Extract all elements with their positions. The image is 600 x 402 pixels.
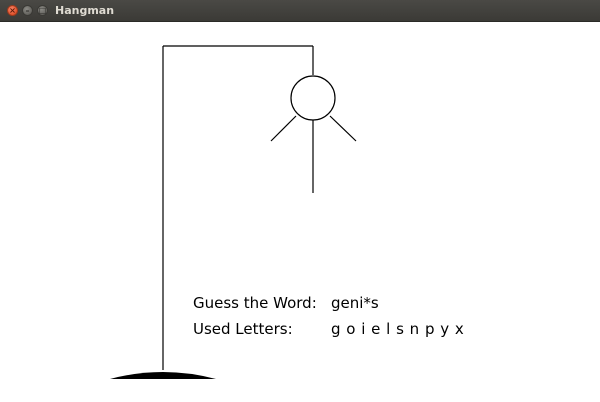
minimize-button[interactable]: – [22,5,33,16]
hangman-drawing [110,45,357,379]
maximize-icon: □ [38,6,47,15]
minimize-icon: – [25,6,30,15]
guess-word-label: Guess the Word: [193,294,317,312]
gallows-base [110,372,216,379]
hangman-right-arm [329,115,357,142]
hangman-head [290,75,336,121]
game-canvas: Guess the Word: geni*s Used Letters: g o… [0,22,600,402]
guess-word-value: geni*s [331,294,379,312]
used-letters-value: g o i e l s n p y x [331,320,465,338]
close-icon: × [9,6,16,15]
hangman-window: × – □ Hangman Guess the Word: geni*s Use… [0,0,600,402]
close-button[interactable]: × [7,5,18,16]
used-letters-label: Used Letters: [193,320,293,338]
window-title: Hangman [55,4,115,17]
hangman-left-arm [270,115,297,142]
maximize-button[interactable]: □ [37,5,48,16]
title-bar[interactable]: × – □ Hangman [0,0,600,22]
